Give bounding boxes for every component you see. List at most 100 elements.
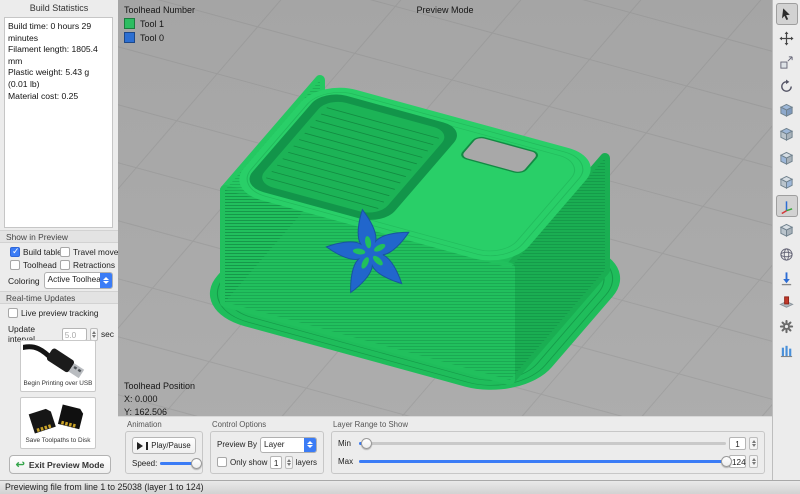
only-show-field[interactable]: 1 (270, 456, 282, 469)
legend-title: Toolhead Number (124, 5, 195, 15)
play-pause-button[interactable]: Play/Pause (132, 437, 196, 454)
machine-settings-button[interactable] (776, 315, 798, 337)
layer-range-group: Layer Range to Show Min 1 Max 124 (331, 420, 765, 474)
preview-mode-title: Preview Mode (416, 5, 473, 15)
import-toolpath-button[interactable] (776, 267, 798, 289)
show-in-preview-header: Show in Preview (0, 230, 118, 243)
view-front-button[interactable] (776, 147, 798, 169)
viewport-canvas[interactable]: Toolhead Number Tool 1 Tool 0 Preview Mod… (118, 0, 772, 480)
build-statistics-box: Build time: 0 hours 29 minutesFilament l… (4, 17, 113, 228)
pause-icon (146, 442, 148, 450)
only-show-label: Only show (230, 458, 267, 467)
preview-options: Build tableTravel movesToolheadRetractio… (10, 247, 116, 270)
max-layer-slider[interactable] (359, 460, 726, 463)
preview-by-select[interactable]: Layer (260, 437, 317, 453)
speed-knob[interactable] (191, 458, 202, 469)
min-label: Min (338, 439, 356, 448)
bottom-panel: Animation Play/Pause Speed: Control Opti… (118, 416, 772, 480)
checkbox-toolhead[interactable]: Toolhead (10, 260, 60, 270)
realtime-updates-header: Real-time Updates (0, 291, 118, 304)
disk-button-label: Save Toolpaths to Disk (23, 436, 93, 444)
status-bar: Previewing file from line 1 to 25038 (la… (0, 480, 800, 494)
only-show-unit: layers (296, 458, 317, 467)
max-label: Max (338, 457, 356, 466)
checkbox-icon (60, 260, 70, 270)
checkbox-icon (8, 308, 18, 318)
legend-item: Tool 0 (124, 32, 195, 43)
slicer-preview-window: Build Statistics Build time: 0 hours 29 … (0, 0, 800, 494)
select-cursor-button[interactable] (776, 3, 798, 25)
save-toolpaths-button[interactable]: Save Toolpaths to Disk (20, 397, 96, 449)
support-structures-button[interactable] (776, 339, 798, 361)
back-arrow-icon: ↩ (16, 460, 25, 470)
animation-group: Animation Play/Pause Speed: (125, 420, 203, 474)
preview-by-value: Layer (261, 438, 304, 452)
wireframe-view-button[interactable] (776, 243, 798, 265)
max-value-field[interactable]: 124 (729, 455, 746, 468)
move-model-button[interactable] (776, 27, 798, 49)
animation-title: Animation (127, 420, 203, 429)
legend-swatch (124, 32, 135, 43)
sd-card-photo (23, 400, 93, 436)
preview-by-label: Preview By (217, 440, 257, 449)
coordinate-axes-button[interactable] (776, 195, 798, 217)
dropdown-arrows-icon (304, 438, 316, 452)
speed-label: Speed: (132, 459, 157, 468)
right-toolbar (772, 0, 800, 480)
exit-preview-mode-button[interactable]: ↩ Exit Preview Mode (9, 455, 111, 474)
legend-label: Tool 0 (140, 33, 164, 43)
update-interval-stepper[interactable] (90, 328, 98, 341)
only-show-stepper[interactable] (285, 456, 293, 469)
play-pause-label: Play/Pause (151, 441, 190, 450)
toolhead-legend: Toolhead Number Tool 1 Tool 0 (124, 5, 195, 46)
max-stepper[interactable] (749, 455, 758, 468)
legend-label: Tool 1 (140, 19, 164, 29)
live-preview-tracking-label: Live preview tracking (21, 308, 98, 318)
coloring-value: Active Toolhead (45, 273, 100, 288)
begin-printing-usb-button[interactable]: Begin Printing over USB (20, 340, 96, 392)
stat-line: Build time: 0 hours 29 minutes (8, 21, 109, 44)
only-show-checkbox[interactable] (217, 457, 227, 467)
max-slider-knob[interactable] (721, 456, 732, 467)
checkbox-label: Toolhead (23, 260, 57, 270)
update-interval-unit: sec (101, 329, 114, 339)
legend-item: Tool 1 (124, 18, 195, 29)
toolhead-position-title: Toolhead Position (124, 381, 195, 391)
checkbox-label: Build table (23, 247, 62, 257)
left-panel: Build Statistics Build time: 0 hours 29 … (0, 0, 119, 480)
view-top-button[interactable] (776, 123, 798, 145)
view-side-button[interactable] (776, 171, 798, 193)
checkbox-travel-moves[interactable]: Travel moves (60, 247, 123, 257)
control-options-title: Control Options (212, 420, 324, 429)
show-model-button[interactable] (776, 219, 798, 241)
play-icon (137, 442, 143, 450)
checkbox-icon (10, 260, 20, 270)
scale-model-button[interactable] (776, 51, 798, 73)
cross-section-button[interactable] (776, 291, 798, 313)
min-layer-slider[interactable] (359, 442, 726, 445)
live-preview-tracking-checkbox[interactable]: Live preview tracking (8, 308, 98, 318)
update-interval-field[interactable]: 5.0 (62, 328, 87, 341)
coloring-row: Coloring Active Toolhead (8, 272, 113, 289)
dropdown-arrows-icon (100, 273, 112, 288)
stat-line: Filament length: 1805.4 mm (8, 44, 109, 67)
control-options-group: Control Options Preview By Layer Only sh… (210, 420, 324, 474)
coloring-select[interactable]: Active Toolhead (44, 272, 113, 289)
checkbox-retractions[interactable]: Retractions (60, 260, 123, 270)
speed-slider[interactable] (160, 462, 196, 465)
checkbox-icon (10, 247, 20, 257)
toolhead-x: X: 0.000 (124, 394, 195, 404)
checkbox-label: Travel moves (73, 247, 123, 257)
stat-line: Material cost: 0.25 (8, 91, 109, 103)
legend-swatch (124, 18, 135, 29)
min-stepper[interactable] (749, 437, 758, 450)
usb-button-label: Begin Printing over USB (23, 379, 93, 387)
checkbox-icon (60, 247, 70, 257)
usb-cable-photo (23, 343, 93, 379)
checkbox-build-table[interactable]: Build table (10, 247, 60, 257)
rotate-model-button[interactable] (776, 75, 798, 97)
min-slider-knob[interactable] (361, 438, 372, 449)
min-value-field[interactable]: 1 (729, 437, 746, 450)
stat-line: Plastic weight: 5.43 g (0.01 lb) (8, 67, 109, 90)
view-default-button[interactable] (776, 99, 798, 121)
